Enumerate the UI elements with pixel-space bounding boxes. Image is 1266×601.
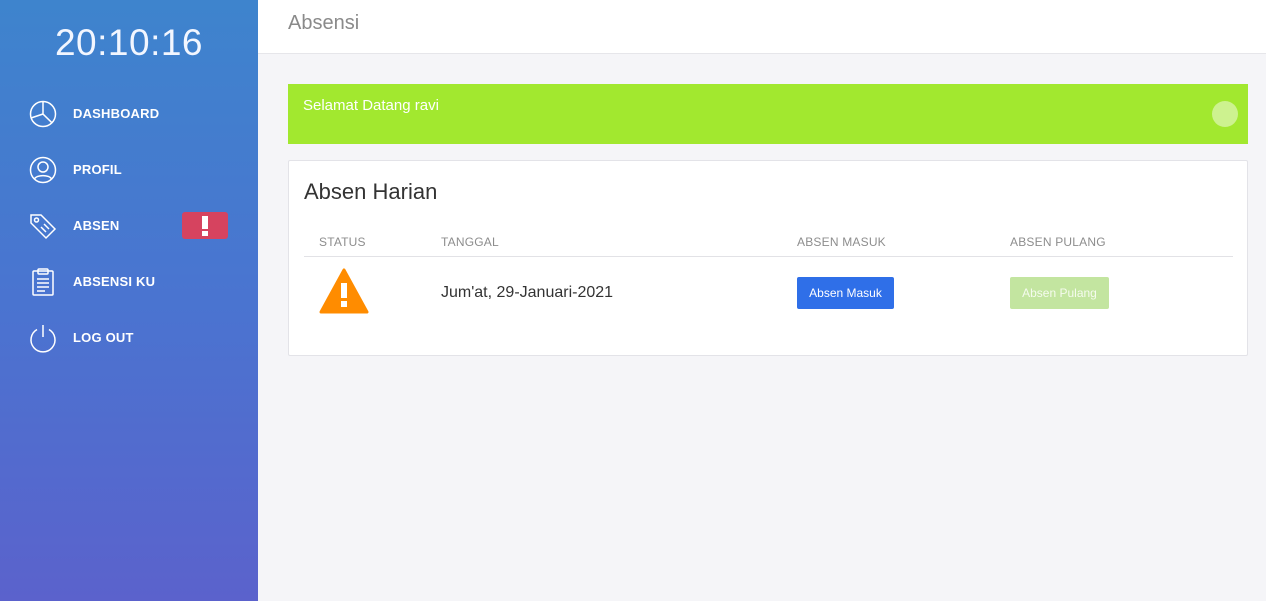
absen-masuk-button[interactable]: Absen Masuk [797, 277, 894, 309]
banner-dismiss-dot[interactable] [1212, 101, 1238, 127]
welcome-text: Selamat Datang ravi [303, 97, 439, 114]
attendance-date: Jum'at, 29-Januari-2021 [441, 284, 614, 301]
card-title: Absen Harian [304, 179, 438, 204]
page-title: Absensi [288, 12, 360, 34]
power-icon [27, 322, 59, 354]
clock: 20:10:16 [54, 22, 204, 63]
sidebar-item-absen[interactable]: ABSEN [0, 204, 258, 248]
column-header-status: STATUS [319, 235, 366, 249]
sidebar-item-label: LOG OUT [73, 330, 134, 345]
sidebar-item-label: ABSENSI KU [73, 274, 156, 289]
sidebar-item-dashboard[interactable]: DASHBOARD [0, 92, 258, 136]
column-header-absen-pulang: ABSEN PULANG [1010, 235, 1106, 249]
exclamation-icon [202, 215, 208, 236]
pie-chart-icon [27, 98, 59, 130]
sidebar-item-logout[interactable]: LOG OUT [0, 316, 258, 360]
absen-pulang-button[interactable]: Absen Pulang [1010, 277, 1109, 309]
column-header-absen-masuk: ABSEN MASUK [797, 235, 886, 249]
sidebar-item-label: PROFIL [73, 162, 122, 177]
absen-harian-card: Absen Harian STATUS TANGGAL ABSEN MASUK … [288, 160, 1248, 356]
sidebar-item-label: DASHBOARD [73, 106, 160, 121]
topbar: Absensi [258, 0, 1266, 54]
sidebar-item-absensi-ku[interactable]: ABSENSI KU [0, 260, 258, 304]
column-header-tanggal: TANGGAL [441, 235, 499, 249]
clipboard-icon [27, 266, 59, 298]
alert-badge [182, 212, 228, 239]
sidebar-item-label: ABSEN [73, 218, 120, 233]
sidebar-item-profil[interactable]: PROFIL [0, 148, 258, 192]
table-header-divider [304, 256, 1233, 257]
tags-icon [27, 210, 59, 242]
user-icon [27, 154, 59, 186]
sidebar: 20:10:16 DASHBOARD PROFIL ABSEN ABSENSI … [0, 0, 258, 601]
welcome-banner: Selamat Datang ravi [288, 84, 1248, 144]
warning-icon [319, 268, 369, 314]
